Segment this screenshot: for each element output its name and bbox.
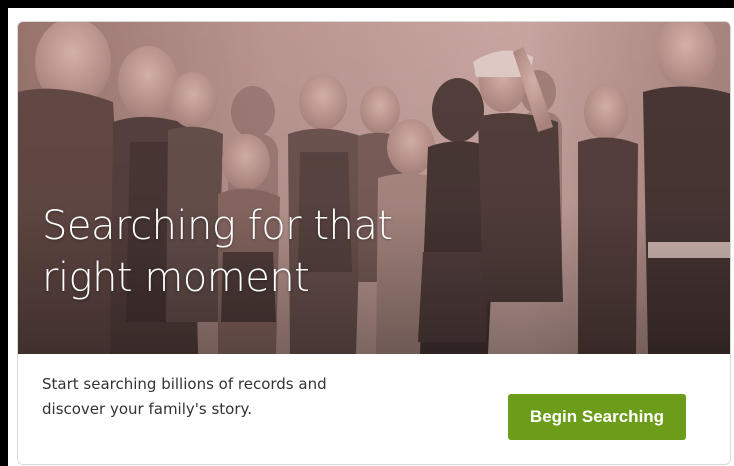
search-promo-card: Searching for that right moment Start se… (17, 21, 731, 465)
promo-description-line-2: discover your family's story. (42, 400, 253, 418)
hero-title-line-2: right moment (42, 255, 310, 301)
vintage-beach-group-photo (18, 22, 730, 354)
page-frame: Searching for that right moment Start se… (8, 8, 734, 466)
promo-description-line-1: Start searching billions of records and (42, 375, 327, 393)
hero-title-line-1: Searching for that (42, 203, 393, 249)
hero-title: Searching for that right moment (42, 200, 482, 304)
hero-banner: Searching for that right moment (18, 22, 730, 354)
begin-searching-button[interactable]: Begin Searching (508, 394, 686, 440)
promo-description: Start searching billions of records and … (42, 372, 392, 422)
promo-footer: Start searching billions of records and … (18, 354, 730, 464)
